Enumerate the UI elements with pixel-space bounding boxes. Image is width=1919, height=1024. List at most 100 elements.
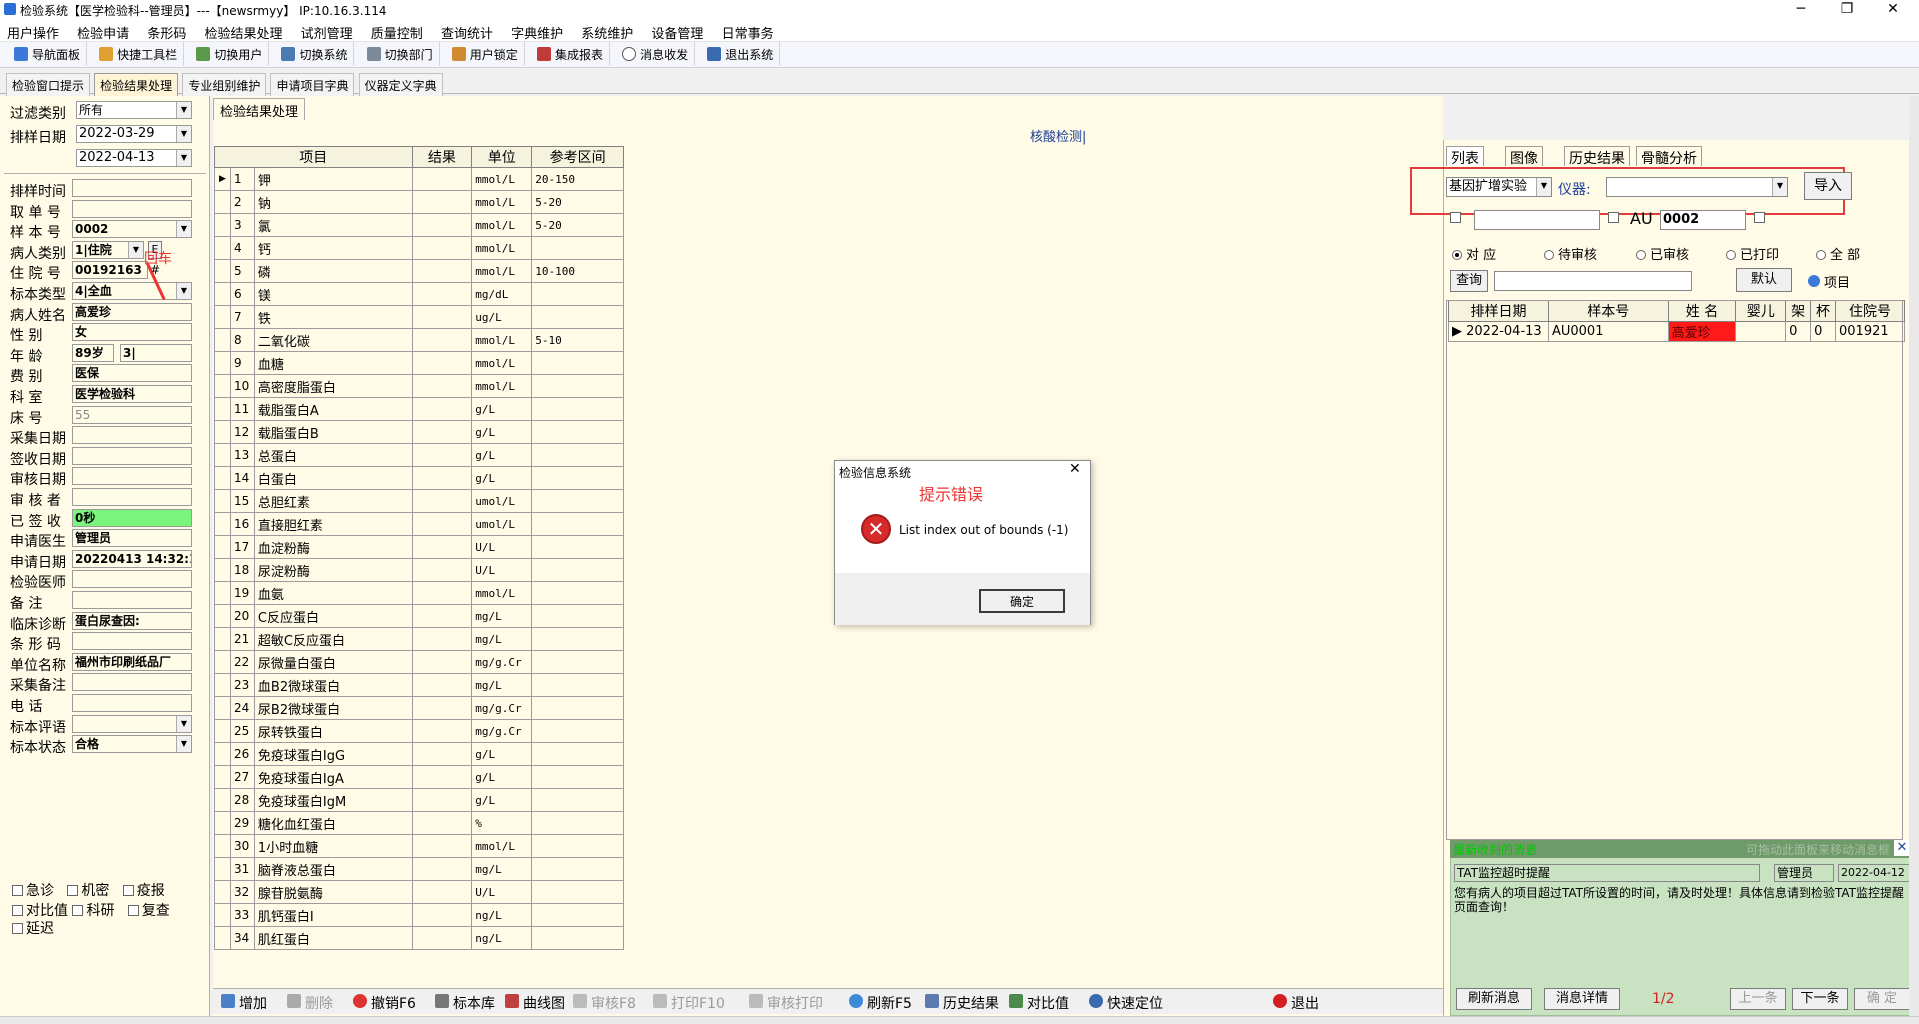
row-result[interactable] <box>411 535 473 559</box>
table-row[interactable]: 15 总胆红素 umol/L <box>214 489 624 513</box>
collect-remark-field[interactable] <box>72 673 192 692</box>
filter-input[interactable] <box>1474 210 1600 230</box>
collect-date-field[interactable] <box>72 426 192 445</box>
tab-bone-marrow[interactable]: 骨髓分析 <box>1636 146 1702 167</box>
gender-field[interactable]: 女 <box>72 323 192 342</box>
curve-chart-button[interactable]: 曲线图 <box>505 993 565 1013</box>
table-row[interactable]: 32 腺苷脱氨酶 U/L <box>214 880 624 904</box>
table-row[interactable]: 25 尿转铁蛋白 mg/g.Cr <box>214 719 624 743</box>
lab-select[interactable]: 基因扩增实验 ▼ <box>1446 177 1552 197</box>
row-result[interactable] <box>411 788 473 812</box>
tab-test-window-hint[interactable]: 检验窗口提示 <box>6 73 91 97</box>
col-inpatient-no[interactable]: 住院号 <box>1835 300 1905 322</box>
query-button[interactable]: 查询 <box>1450 270 1488 292</box>
dialog-ok-button[interactable]: 确定 <box>979 589 1065 613</box>
col-cup[interactable]: 杯 <box>1810 300 1837 322</box>
specimen-library-button[interactable]: 标本库 <box>435 993 495 1013</box>
table-row[interactable]: 31 脑脊液总蛋白 mg/L <box>214 857 624 881</box>
extra-checkbox[interactable] <box>1754 212 1765 223</box>
row-result[interactable] <box>411 926 473 950</box>
row-result[interactable] <box>411 880 473 904</box>
row-result[interactable] <box>411 903 473 927</box>
row-result[interactable] <box>411 190 473 214</box>
row-result[interactable] <box>411 558 473 582</box>
minimize-button[interactable]: ─ <box>1778 0 1824 20</box>
specimen-status-field[interactable]: 合格 ▼ <box>72 735 192 754</box>
row-result[interactable] <box>411 374 473 398</box>
receive-date-field[interactable] <box>72 446 192 465</box>
row-result[interactable] <box>411 765 473 789</box>
row-result[interactable] <box>411 282 473 306</box>
row-result[interactable] <box>411 236 473 260</box>
add-button[interactable]: 增加 <box>221 993 267 1013</box>
history-button[interactable]: 历史结果 <box>925 993 999 1013</box>
refresh-button[interactable]: 刷新F5 <box>849 993 912 1013</box>
quick-locate-button[interactable]: 快速定位 <box>1089 993 1163 1013</box>
patient-type-field[interactable]: 1|住院 ▼ <box>72 240 144 259</box>
sample-no-field[interactable]: 0002 ▼ <box>72 220 192 239</box>
item-option[interactable]: 项目 <box>1808 272 1850 291</box>
chevron-down-icon[interactable]: ▼ <box>176 283 191 299</box>
tab-request-dictionary[interactable]: 申请项目字典 <box>270 73 355 97</box>
table-row[interactable]: 30 1小时血糖 mmol/L <box>214 834 624 858</box>
message-button[interactable]: 消息收发 <box>616 42 696 66</box>
table-row[interactable]: 10 高密度脂蛋白 mmol/L <box>214 374 624 398</box>
row-result[interactable] <box>411 420 473 444</box>
nav-panel-button[interactable]: 导航面板 <box>8 42 88 66</box>
row-result[interactable] <box>411 650 473 674</box>
filter-select[interactable]: 所有 ▼ <box>76 101 192 119</box>
table-row[interactable]: 12 载脂蛋白B g/L <box>214 420 624 444</box>
exit-button[interactable]: 退出 <box>1273 993 1319 1013</box>
barcode-field[interactable] <box>72 632 192 651</box>
delete-button[interactable]: 删除 <box>287 993 333 1013</box>
table-row[interactable]: 8 二氧化碳 mmol/L 5-10 <box>214 328 624 352</box>
chevron-down-icon[interactable]: ▼ <box>176 126 191 142</box>
reviewer-field[interactable] <box>72 488 192 506</box>
table-row[interactable]: 2 钠 mmol/L 5-20 <box>214 190 624 214</box>
compare-button[interactable]: 对比值 <box>1009 993 1069 1013</box>
radio-reviewed[interactable]: 已审核 <box>1636 244 1689 263</box>
next-message-button[interactable]: 下一条 <box>1792 988 1848 1010</box>
table-row[interactable]: 11 载脂蛋白A g/L <box>214 397 624 421</box>
chevron-down-icon[interactable]: ▼ <box>1536 178 1551 196</box>
review-button[interactable]: 审核F8 <box>573 993 636 1013</box>
radio-match[interactable]: 对 应 <box>1452 244 1496 263</box>
pickup-no-field[interactable] <box>72 199 192 218</box>
row-result[interactable] <box>411 673 473 697</box>
col-sample-date[interactable]: 排样日期 <box>1448 300 1549 322</box>
undo-button[interactable]: 撤销F6 <box>353 993 416 1013</box>
row-result[interactable] <box>411 696 473 720</box>
maximize-button[interactable]: ❐ <box>1824 0 1870 20</box>
integrated-report-button[interactable]: 集成报表 <box>531 42 610 66</box>
compare-checkbox[interactable]: 对比值 <box>12 903 68 919</box>
row-result[interactable] <box>411 742 473 766</box>
table-row[interactable]: 33 肌钙蛋白I ng/L <box>214 903 624 927</box>
row-result[interactable] <box>411 857 473 881</box>
chevron-down-icon[interactable]: ▼ <box>128 241 143 258</box>
row-result[interactable] <box>411 719 473 743</box>
row-result[interactable] <box>411 305 473 329</box>
au-input[interactable]: 0002 <box>1660 210 1746 230</box>
radio-printed[interactable]: 已打印 <box>1726 244 1779 263</box>
default-button[interactable]: 默认 <box>1736 268 1792 292</box>
import-button[interactable]: 导入 <box>1804 172 1852 200</box>
exit-system-button[interactable]: 退出系统 <box>701 42 781 66</box>
col-ref-range[interactable]: 参考区间 <box>531 146 624 168</box>
table-row[interactable]: 20 C反应蛋白 mg/L <box>214 604 624 628</box>
quick-toolbar-button[interactable]: 快捷工具栏 <box>93 42 185 66</box>
employer-field[interactable]: 福州市印刷纸品厂 <box>72 652 192 671</box>
table-row[interactable]: 21 超敏C反应蛋白 mg/L <box>214 627 624 651</box>
table-row[interactable]: 5 磷 mmol/L 10-100 <box>214 259 624 283</box>
department-field[interactable]: 医学检验科 <box>72 385 192 403</box>
table-row[interactable]: 22 尿微量白蛋白 mg/g.Cr <box>214 650 624 674</box>
phone-field[interactable] <box>72 694 192 712</box>
col-sample-no[interactable]: 样本号 <box>1547 300 1669 322</box>
fee-type-field[interactable]: 医保 <box>72 364 192 383</box>
table-row[interactable]: 13 总蛋白 g/L <box>214 443 624 467</box>
radio-all[interactable]: 全 部 <box>1816 244 1860 263</box>
chevron-down-icon[interactable]: ▼ <box>176 150 191 166</box>
close-window-button[interactable]: ✕ <box>1870 0 1916 20</box>
dialog-close-button[interactable]: ✕ <box>1069 461 1081 477</box>
radio-pending[interactable]: 待审核 <box>1544 244 1597 263</box>
row-result[interactable] <box>411 604 473 628</box>
